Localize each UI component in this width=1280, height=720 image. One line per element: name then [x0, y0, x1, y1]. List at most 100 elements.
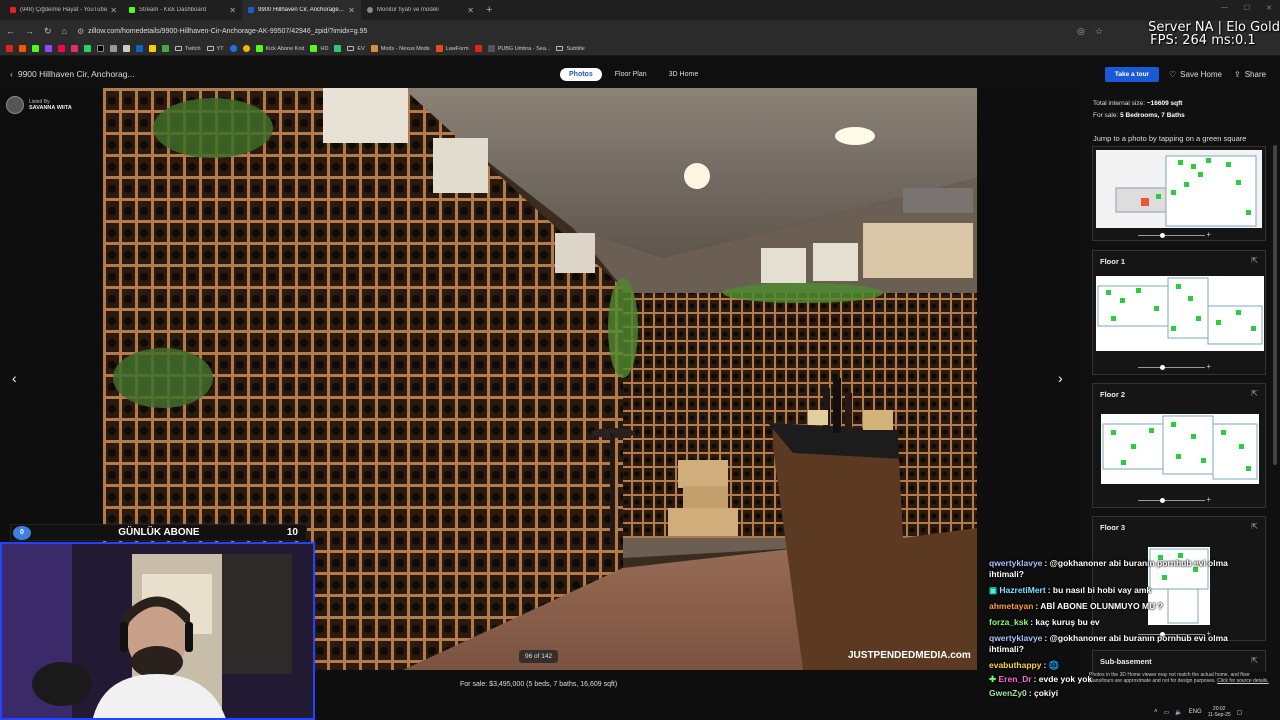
floor-2-plan[interactable] [1101, 414, 1259, 484]
chat-text: : evde yok yok [1033, 674, 1093, 684]
bookmark-kick-abone[interactable]: Kick Abone Kod [255, 45, 304, 52]
new-tab-icon[interactable]: + [486, 4, 492, 16]
bookmark-icon[interactable] [334, 45, 342, 52]
bookmark-folder-yt[interactable]: YT [206, 46, 224, 52]
save-home-button[interactable]: ♡ Save Home [1169, 70, 1222, 79]
url-field[interactable]: ⚙ zillow.com/homedetails/9900-Hillhaven-… [76, 23, 1067, 39]
expand-icon[interactable]: ⇱ [1251, 389, 1258, 398]
chat-username: forza_ksk [989, 617, 1029, 627]
expand-icon[interactable]: ⇱ [1251, 522, 1258, 531]
bookmark-icon[interactable] [242, 45, 250, 52]
bookmark-lawform[interactable]: LawForm [435, 45, 469, 52]
minimize-icon[interactable]: — [1221, 4, 1228, 12]
emote-icon: 🌐 [1048, 660, 1060, 670]
site-info-icon[interactable]: ⚙ [77, 27, 84, 36]
url-text: zillow.com/homedetails/9900-Hillhaven-Ci… [88, 27, 368, 35]
nexus-icon [370, 45, 378, 52]
bookmark-icon[interactable] [136, 45, 143, 52]
network-icon[interactable]: ▭ [1164, 709, 1170, 716]
bookmark-icon[interactable] [58, 45, 65, 52]
chat-message: forza_ksk: kaç kuruş bu ev [989, 617, 1259, 628]
back-to-listing-link[interactable]: ‹ 9900 Hillhaven Cir, Anchorag... [10, 69, 135, 79]
browser-tab-youtube[interactable]: (948) Çiğdemle Hayat - YouTube ✕ [4, 0, 123, 20]
share-button[interactable]: ⇪ Share [1234, 70, 1266, 79]
folder-icon [556, 46, 564, 51]
notification-icon[interactable]: ▢ [1237, 709, 1243, 716]
window-controls: — ☐ ✕ [1221, 4, 1272, 12]
bookmark-icon[interactable] [45, 45, 52, 52]
zoom-knob[interactable] [1160, 498, 1165, 503]
bookmark-icon[interactable] [229, 45, 237, 52]
chat-text: : çokiyi [1028, 688, 1059, 698]
zoom-slider[interactable]: + [1138, 495, 1211, 504]
language-indicator[interactable]: ENG [1189, 709, 1202, 715]
bookmark-icon[interactable] [123, 45, 130, 52]
clock[interactable]: 20:02 11-Sep-25 [1208, 706, 1231, 718]
bookmark-icon[interactable] [32, 45, 39, 52]
lens-icon[interactable]: ◎ [1077, 26, 1085, 37]
chat-username: GwenZy0 [989, 688, 1027, 698]
folder-icon [206, 46, 214, 51]
zillow-favicon-icon [248, 7, 254, 13]
chat-username: qwertyklavye [989, 633, 1043, 643]
bookmark-nexus-mods[interactable]: Mods - Nexus Mods [370, 45, 430, 52]
bookmark-folder-twitch[interactable]: Twitch [175, 46, 201, 52]
stream-chat: qwertyklavye: @gokhanoner abi buranın po… [989, 558, 1259, 704]
zoom-knob[interactable] [1160, 233, 1165, 238]
tab-floor-plan[interactable]: Floor Plan [606, 68, 656, 81]
panel-scrollbar[interactable] [1273, 145, 1277, 465]
bookmark-icon[interactable] [19, 45, 26, 52]
zoom-in-icon[interactable]: + [1206, 230, 1211, 239]
bookmark-icon[interactable] [474, 45, 482, 52]
sub-goal-label: GÜNLÜK ABONE [118, 527, 200, 538]
tab-3d-home[interactable]: 3D Home [660, 68, 708, 81]
close-tab-icon[interactable]: ✕ [467, 6, 474, 15]
browser-tab-zillow[interactable]: 9900 Hillhaven Cir, Anchorage... ✕ [242, 0, 361, 20]
take-a-tour-button[interactable]: Take a tour [1105, 67, 1159, 82]
browser-tab-kick[interactable]: Stream - Kick Dashboard ✕ [123, 0, 242, 20]
zoom-slider[interactable]: + [1138, 362, 1211, 371]
forward-icon[interactable]: → [25, 26, 34, 36]
floor-2-card[interactable]: Floor 2 ⇱ + [1092, 383, 1266, 508]
close-tab-icon[interactable]: ✕ [348, 6, 355, 15]
expand-icon[interactable]: ⇱ [1251, 256, 1258, 265]
zoom-slider[interactable]: + [1138, 230, 1211, 239]
previous-photo-icon[interactable]: ‹ [12, 370, 17, 386]
bookmark-pubg[interactable]: PUBG Umbra - Sea... [487, 45, 550, 52]
bookmark-folder-ev[interactable]: EV [347, 46, 365, 52]
floor-1-card[interactable]: Floor 1 ⇱ + [1092, 250, 1266, 375]
volume-icon[interactable]: 🔈 [1175, 709, 1182, 716]
bookmark-icon[interactable] [6, 45, 13, 52]
zoom-knob[interactable] [1160, 365, 1165, 370]
floor-overview-card[interactable]: + [1092, 146, 1266, 241]
next-photo-icon[interactable]: › [1058, 370, 1063, 386]
close-window-icon[interactable]: ✕ [1266, 4, 1272, 12]
tab-photos[interactable]: Photos [560, 68, 602, 81]
bookmark-icon[interactable] [84, 45, 91, 52]
browser-tab-monitor[interactable]: Monitor fiyatı ve modeli ✕ [361, 0, 480, 20]
close-tab-icon[interactable]: ✕ [229, 6, 236, 15]
bookmark-folder-subtitle[interactable]: Subtitle [556, 46, 585, 52]
bookmark-star-icon[interactable]: ☆ [1095, 26, 1103, 37]
bookmark-icon[interactable] [110, 45, 117, 52]
tray-overflow-icon[interactable]: ˄ [1154, 709, 1158, 715]
bookmark-icon[interactable] [71, 45, 78, 52]
zoom-in-icon[interactable]: + [1206, 495, 1211, 504]
bookmark-icon[interactable] [97, 45, 104, 52]
close-tab-icon[interactable]: ✕ [110, 6, 117, 15]
chat-username: HazretiMert [999, 585, 1046, 595]
bookmark-icon[interactable] [162, 45, 169, 52]
overview-floor-plan[interactable] [1096, 150, 1262, 228]
bookmark-icon[interactable] [149, 45, 156, 52]
maximize-icon[interactable]: ☐ [1244, 4, 1250, 12]
bookmark-hd[interactable]: HD [310, 45, 328, 52]
chat-text: : bu nasıl bi hobi vay amk [1047, 585, 1152, 595]
home-icon[interactable]: ⌂ [62, 26, 67, 36]
zoom-in-icon[interactable]: + [1206, 362, 1211, 371]
game-stats-overlay: Server NA | Elo Gold FPS: 264 ms:0.1 [1148, 21, 1280, 47]
chat-username: Eren_Dr [998, 674, 1032, 684]
reload-icon[interactable]: ↻ [44, 26, 52, 37]
back-icon[interactable]: ← [6, 26, 15, 36]
daily-sub-goal-bar: 0 GÜNLÜK ABONE 10 [10, 524, 307, 541]
floor-1-plan[interactable] [1096, 276, 1264, 351]
